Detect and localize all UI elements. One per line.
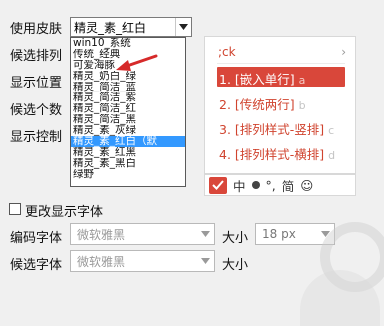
display-control-label: 显示控制 <box>10 130 63 145</box>
skin-option[interactable]: 绿野 <box>71 169 185 180</box>
candidate-count-label: 候选个数 <box>10 103 63 118</box>
candidate-key: b <box>298 99 306 112</box>
skin-select-value: 精灵_素_红白 <box>74 20 147 35</box>
preview-input-text: ;ck <box>218 45 236 59</box>
change-font-label: 更改显示字体 <box>25 205 104 220</box>
preview-candidate-4: 4. [排列样式-横排] d <box>219 144 335 163</box>
skin-select[interactable]: 精灵_素_红白 <box>70 17 192 37</box>
skin-option[interactable]: 精灵_素_黑白 <box>71 158 185 169</box>
candidate-font-value: 微软雅黑 <box>77 254 126 269</box>
skin-preview-panel: ;ck › 1. [嵌入单行] a 2. [传统两行] b 3. [排列样式-竖… <box>204 36 356 174</box>
preview-candidate-1: 1. [嵌入单行] a <box>219 69 305 88</box>
candidate-text: [排列样式-竖排] <box>234 122 325 137</box>
change-font-checkbox[interactable] <box>9 203 21 215</box>
code-font-value: 微软雅黑 <box>77 227 126 242</box>
emoji-icon: ☺ <box>300 177 314 193</box>
candidate-font-label: 候选字体 <box>10 258 63 273</box>
skin-option-selected[interactable]: 精灵_素_红白（默 <box>71 136 185 147</box>
skin-option[interactable]: 精灵_素_红黑 <box>71 147 185 158</box>
language-mode: 中 <box>233 178 246 194</box>
full-width-dot-icon <box>251 181 260 189</box>
font-size-value: 18 px <box>262 227 296 241</box>
candidate-number: 4. <box>219 147 231 162</box>
simplified-mode: 简 <box>281 178 295 194</box>
skin-option[interactable]: 精灵_简洁_红 <box>71 103 185 114</box>
candidate-number: 3. <box>219 122 231 137</box>
candidate-font-select[interactable]: 微软雅黑 <box>70 250 215 272</box>
code-font-label: 编码字体 <box>10 231 63 246</box>
candidate-order-label: 候选排列 <box>10 49 63 64</box>
candidate-text: [传统两行] <box>234 97 295 112</box>
chevron-down-icon[interactable] <box>175 18 191 36</box>
preview-divider <box>217 63 345 64</box>
skin-label: 使用皮肤 <box>10 22 63 37</box>
chevron-down-icon[interactable] <box>196 224 214 244</box>
ime-logo-icon <box>209 176 227 194</box>
skin-option[interactable]: 精灵_简洁_紫 <box>71 92 185 103</box>
chevron-down-icon[interactable] <box>196 251 214 271</box>
skin-option[interactable]: 精灵_素_灰绿 <box>71 125 185 136</box>
candidate-key: d <box>328 149 336 162</box>
preview-status-bar: 中 °, 简 ☺ <box>204 174 356 196</box>
size-label: 大小 <box>222 231 249 246</box>
candidate-text: [排列样式-横排] <box>234 147 325 162</box>
display-position-label: 显示位置 <box>10 76 63 91</box>
candidate-number: 2. <box>219 97 231 112</box>
annotation-arrow-icon <box>116 54 158 71</box>
skin-option[interactable]: 精灵_简洁_蓝 <box>71 82 185 93</box>
punctuation-mode: °, <box>265 177 276 193</box>
skin-option[interactable]: 精灵_简洁_黑 <box>71 114 185 125</box>
skin-option[interactable]: win10_系统 <box>71 38 185 49</box>
candidate-key: a <box>298 74 306 87</box>
chevron-right-icon: › <box>341 45 346 59</box>
candidate-number: 1. <box>219 72 231 87</box>
preview-candidate-2: 2. [传统两行] b <box>219 94 306 113</box>
code-font-select[interactable]: 微软雅黑 <box>70 223 215 245</box>
candidate-key: c <box>328 124 335 137</box>
size-label-2: 大小 <box>222 258 249 273</box>
preview-candidate-3: 3. [排列样式-竖排] c <box>219 119 334 138</box>
preview-input-row: ;ck › <box>218 45 346 59</box>
candidate-text: [嵌入单行] <box>234 72 295 87</box>
